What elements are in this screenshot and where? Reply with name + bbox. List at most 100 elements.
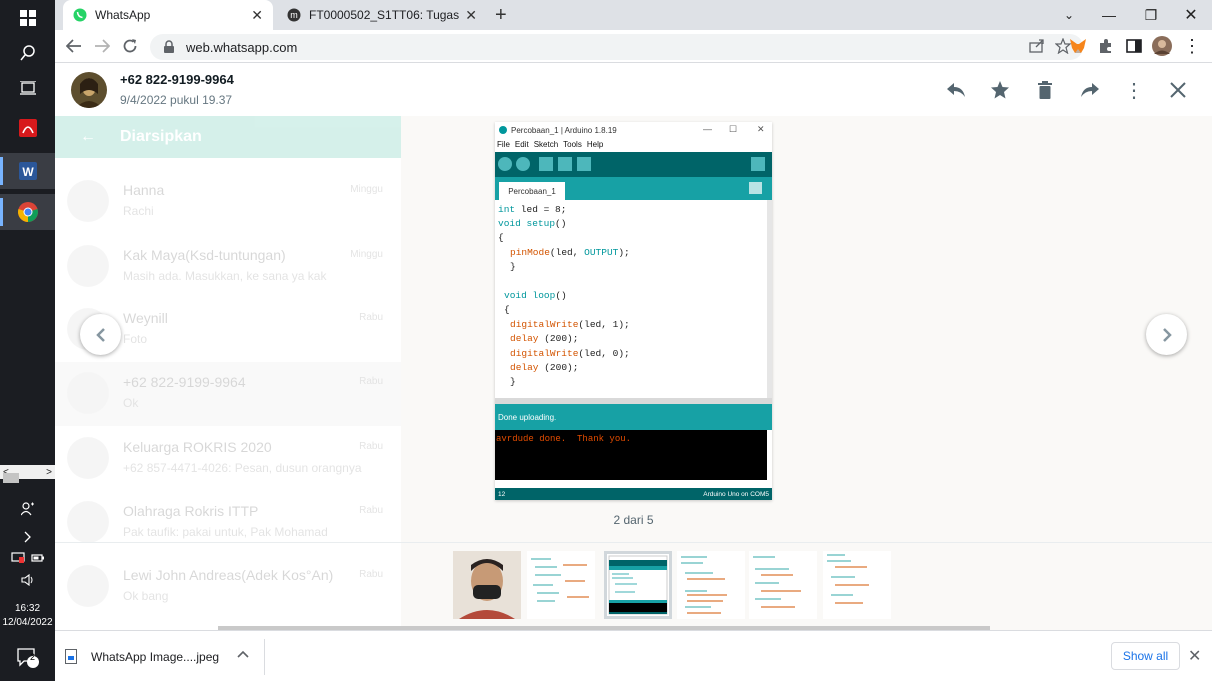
extensions-puzzle-icon[interactable]	[1095, 35, 1117, 57]
close-tab-icon[interactable]: ✕	[251, 7, 263, 24]
forward-message-icon[interactable]	[1077, 77, 1103, 103]
browser-toolbar: web.whatsapp.com ⋮	[55, 30, 1212, 63]
battery-icon[interactable]	[30, 552, 45, 566]
arduino-line-number: 12	[498, 490, 506, 498]
task-view-icon[interactable]	[0, 70, 55, 106]
chevron-left-icon	[95, 327, 105, 342]
download-divider	[264, 639, 265, 675]
reload-icon[interactable]	[119, 35, 141, 57]
people-icon[interactable]	[0, 500, 55, 518]
close-tab-icon[interactable]: ✕	[465, 7, 477, 24]
chevron-up-icon[interactable]	[237, 647, 249, 661]
chat-time: Minggu	[350, 249, 383, 260]
arduino-console-gap	[495, 480, 772, 488]
chrome-icon[interactable]	[0, 194, 55, 230]
media-viewer-header: +62 822-9199-9964 9/4/2022 pukul 19.37 ⋮	[55, 64, 1212, 116]
lock-icon[interactable]	[162, 40, 176, 54]
code-line: {	[504, 304, 510, 315]
new-tab-icon[interactable]: +	[495, 4, 507, 27]
scroll-thumb[interactable]	[3, 473, 19, 483]
media-thumbnail[interactable]	[823, 551, 891, 619]
moodle-favicon-icon: m	[287, 8, 301, 22]
tab-whatsapp[interactable]: WhatsApp ✕	[63, 0, 273, 30]
arduino-menu-item: Help	[586, 140, 604, 149]
show-all-button[interactable]: Show all	[1111, 642, 1180, 670]
avatar	[67, 501, 109, 543]
taskbar-scrollbar[interactable]: < >	[0, 465, 55, 483]
arduino-footer: 12 Arduino Uno on COM5	[495, 488, 772, 500]
code-line: delay (200);	[510, 362, 579, 373]
code-line: void loop()	[504, 290, 567, 301]
acrobat-reader-icon[interactable]	[0, 110, 55, 146]
back-icon[interactable]	[63, 35, 85, 57]
profile-avatar[interactable]	[1151, 35, 1173, 57]
reply-icon[interactable]	[943, 77, 969, 103]
previous-media-button[interactable]	[80, 314, 121, 355]
volume-icon[interactable]	[0, 571, 55, 589]
delete-icon[interactable]	[1032, 77, 1058, 103]
share-icon[interactable]	[1029, 38, 1045, 56]
minimize-icon[interactable]: —	[1089, 0, 1129, 30]
forward-icon[interactable]	[91, 35, 113, 57]
word-icon[interactable]: W	[0, 153, 55, 189]
chat-preview: Ok	[123, 396, 139, 410]
open-sketch-icon	[558, 157, 572, 171]
media-thumbnail[interactable]	[453, 551, 521, 619]
close-window-icon[interactable]: ✕	[1171, 0, 1211, 30]
archived-header: ← Diarsipkan	[55, 116, 401, 158]
next-media-button[interactable]	[1146, 314, 1187, 355]
media-image[interactable]: Percobaan_1 | Arduino 1.8.19 — ☐ ✕ File …	[495, 122, 772, 500]
chat-row: Keluarga ROKRIS 2020 +62 857-4471-4026: …	[55, 427, 401, 491]
media-thumbnail[interactable]	[677, 551, 745, 619]
arduino-console: avrdude done. Thank you.	[495, 430, 767, 480]
arduino-toolbar	[495, 152, 772, 177]
windows-start-icon[interactable]	[0, 0, 55, 36]
arduino-close-icon: ✕	[757, 124, 765, 134]
search-icon[interactable]	[0, 35, 55, 71]
tab-search-icon[interactable]: ⌄	[1049, 0, 1089, 30]
arduino-tab-menu-icon	[749, 182, 762, 194]
media-thumbnail-selected[interactable]	[604, 551, 672, 619]
metamask-extension-icon[interactable]	[1067, 35, 1089, 57]
system-clock[interactable]: 16:32 12/04/2022	[0, 602, 55, 630]
sent-date: 9/4/2022 pukul 19.37	[120, 93, 233, 107]
screen: W < > 16:32 12/04/2022 2 WhatsApp ✕ m FT…	[0, 0, 1212, 681]
upload-icon	[516, 157, 530, 171]
media-thumbnail[interactable]	[527, 551, 595, 619]
chrome-menu-icon[interactable]: ⋮	[1181, 35, 1203, 57]
arduino-editor-scrollbar	[767, 200, 772, 398]
scroll-right-icon[interactable]: >	[46, 467, 52, 478]
tab-moodle[interactable]: m FT0000502_S1TT06: Tugas 3 TT06 ✕	[277, 0, 487, 30]
network-icon[interactable]	[10, 551, 25, 567]
code-line: int led = 8;	[498, 204, 567, 215]
chat-time: Rabu	[359, 312, 383, 323]
image-file-icon	[65, 649, 77, 664]
media-thumbnail[interactable]	[749, 551, 817, 619]
sender-avatar[interactable]	[71, 72, 107, 108]
download-file-name: WhatsApp Image....jpeg	[91, 649, 220, 664]
chat-time: Minggu	[350, 184, 383, 195]
chat-time: Rabu	[359, 505, 383, 516]
code-line: digitalWrite(led, 1);	[510, 319, 630, 330]
restore-icon[interactable]: ❐	[1131, 0, 1171, 30]
chat-name: Kak Maya(Ksd-tuntungan)	[123, 247, 286, 263]
show-hidden-icons[interactable]	[0, 528, 55, 546]
action-center-icon[interactable]: 2	[0, 643, 55, 673]
avatar	[67, 245, 109, 287]
star-icon[interactable]	[987, 77, 1013, 103]
download-item[interactable]: WhatsApp Image....jpeg	[65, 631, 265, 681]
arduino-menu-item: Tools	[563, 140, 582, 149]
chat-time: Rabu	[359, 441, 383, 452]
clock-date: 12/04/2022	[2, 617, 53, 628]
arduino-maximize-icon: ☐	[729, 124, 738, 134]
chat-preview: Foto	[123, 332, 148, 346]
sender-name[interactable]: +62 822-9199-9964	[120, 72, 234, 87]
address-bar[interactable]: web.whatsapp.com	[150, 34, 1083, 60]
arduino-menu-item: Edit	[514, 140, 529, 149]
close-viewer-icon[interactable]	[1165, 77, 1191, 103]
verify-icon	[498, 157, 512, 171]
more-options-icon[interactable]: ⋮	[1121, 77, 1147, 103]
save-sketch-icon	[577, 157, 591, 171]
close-download-shelf-icon[interactable]: ✕	[1188, 646, 1201, 666]
side-panel-icon[interactable]	[1123, 35, 1145, 57]
